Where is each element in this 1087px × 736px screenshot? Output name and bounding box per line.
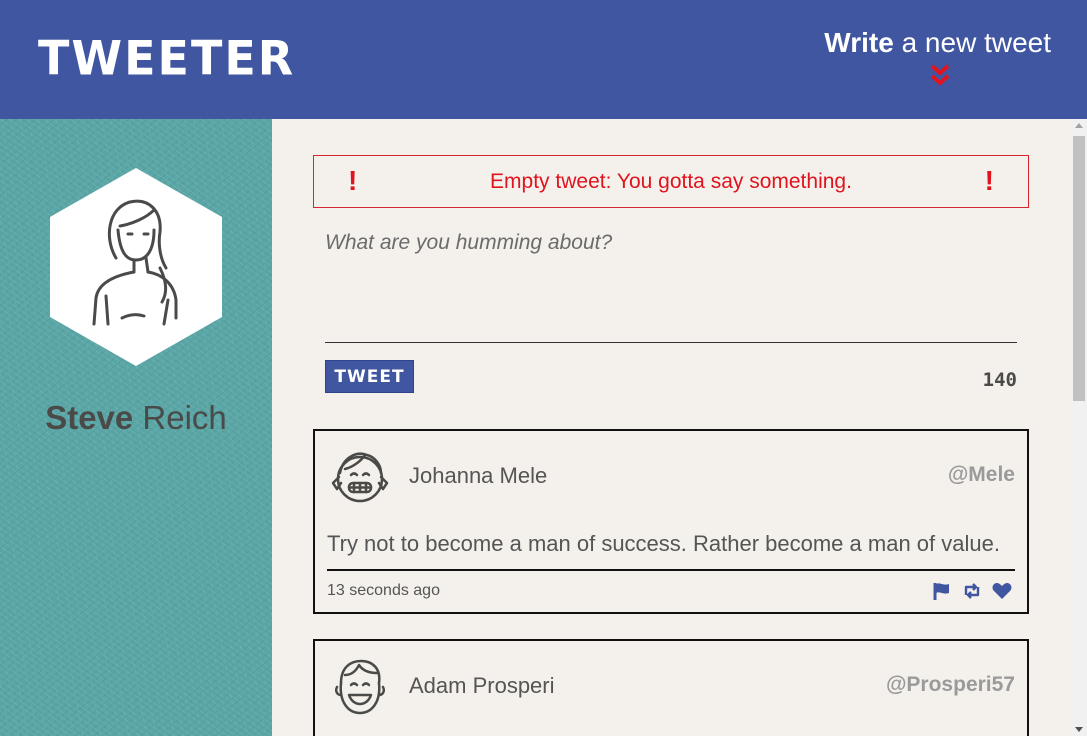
exclamation-icon: ! — [348, 165, 358, 196]
woman-avatar-icon — [50, 168, 222, 366]
tweet-card: Johanna Mele @Mele Try not to become a m… — [313, 429, 1029, 614]
tweet-author-name: Adam Prosperi — [409, 673, 555, 698]
flag-icon[interactable] — [931, 581, 953, 601]
scrollbar-thumb[interactable] — [1073, 136, 1085, 401]
compose-label: a new tweet — [893, 27, 1051, 58]
main-content: ! Empty tweet: You gotta say something. … — [272, 119, 1071, 736]
scrollbar[interactable] — [1071, 119, 1087, 736]
tweet-divider — [327, 569, 1015, 571]
retweet-icon[interactable] — [961, 581, 983, 601]
heart-icon[interactable] — [991, 581, 1013, 601]
scroll-up-arrow-icon[interactable] — [1075, 123, 1083, 128]
tweet-text: Try not to become a man of success. Rath… — [327, 531, 1000, 556]
tweet-button[interactable]: TWEET — [325, 360, 414, 393]
profile-last-name: Reich — [133, 399, 227, 436]
girl-avatar-icon — [331, 452, 389, 503]
tweet-card: Adam Prosperi @Prosperi57 — [313, 639, 1029, 736]
app-logo: TWEETER — [38, 30, 296, 86]
tweet-input[interactable] — [325, 223, 1017, 343]
compose-bold-label: Write — [824, 27, 894, 58]
top-nav: TWEETER Write a new tweet — [0, 0, 1087, 119]
tweet-actions — [931, 581, 1013, 601]
compose-toggle[interactable]: Write a new tweet — [824, 26, 1051, 60]
double-chevron-down-icon[interactable] — [928, 62, 952, 90]
profile-name: Steve Reich — [0, 399, 272, 437]
tweet-timestamp: 13 seconds ago — [327, 582, 440, 599]
char-counter: 140 — [982, 369, 1017, 391]
boy-avatar-icon — [334, 659, 386, 715]
profile-first-name: Steve — [45, 399, 134, 436]
error-message: Empty tweet: You gotta say something. — [490, 169, 852, 193]
tweet-author-handle: @Prosperi57 — [885, 673, 1015, 696]
tweet-author-name: Johanna Mele — [409, 463, 548, 488]
tweet-author-handle: @Mele — [947, 463, 1015, 486]
profile-sidebar: Steve Reich — [0, 119, 272, 736]
scroll-down-arrow-icon[interactable] — [1075, 727, 1083, 732]
exclamation-icon: ! — [984, 165, 994, 196]
error-banner: ! Empty tweet: You gotta say something. … — [313, 155, 1029, 208]
